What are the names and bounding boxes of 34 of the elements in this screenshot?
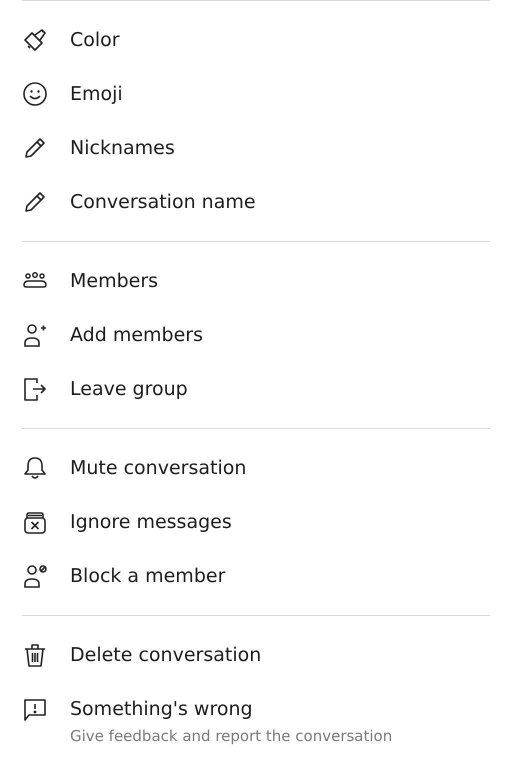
menu-item[interactable]: Emoji [22,67,490,121]
person-plus-icon [22,322,48,348]
item-label: Nicknames [70,136,175,160]
alert-icon [22,696,48,722]
menu-item[interactable]: Nicknames [22,121,490,175]
person-block-icon [22,563,48,589]
trash-icon [22,642,48,668]
box-x-icon [22,509,48,535]
item-label: Conversation name [70,190,256,214]
menu-item[interactable]: Block a member [22,549,490,603]
item-description: Give feedback and report the conversation [70,726,392,747]
paintbrush-icon [22,27,48,53]
item-label: Emoji [70,82,123,106]
item-label: Block a member [70,564,226,588]
menu-item[interactable]: Ignore messages [22,495,490,549]
item-label: Delete conversation [70,643,262,667]
menu-item[interactable]: Leave group [22,362,490,416]
item-label: Leave group [70,377,188,401]
bell-icon [22,455,48,481]
item-label: Add members [70,323,203,347]
menu-item[interactable]: Something's wrong Give feedback and report the conversation [22,682,490,756]
item-label: Mute conversation [70,456,246,480]
menu-item[interactable]: Conversation name [22,175,490,229]
menu-item[interactable]: Color [22,13,490,67]
item-label: Members [70,269,158,293]
menu-item[interactable]: Members [22,254,490,308]
item-label: Something's wrong [70,697,254,721]
exit-icon [22,376,48,402]
item-label: Color [70,28,120,52]
menu-item[interactable]: Delete conversation [22,628,490,682]
item-label: Ignore messages [70,510,232,534]
menu-item[interactable]: Add members [22,308,490,362]
menu-item[interactable]: Mute conversation [22,441,490,495]
smiley-icon [22,81,48,107]
